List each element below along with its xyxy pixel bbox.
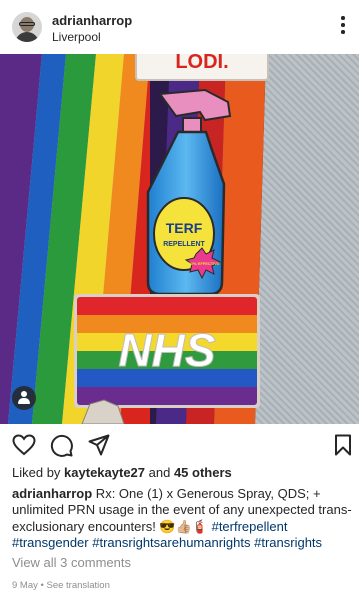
bookmark-icon[interactable] (334, 434, 352, 456)
bottle-subtitle-text: REPELLENT (163, 241, 205, 248)
post-actions-bar (0, 424, 359, 464)
user-tag-icon[interactable] (12, 386, 36, 410)
bottle-burst-text: 100% EFFECTIVE (186, 261, 220, 266)
see-translation-link[interactable]: See translation (46, 580, 109, 591)
banner-pin-text: LODI. (175, 54, 228, 73)
post-caption-area: Liked by kaytekayte27 and 45 others adri… (12, 465, 352, 595)
comment-icon[interactable] (50, 434, 73, 457)
post-photo[interactable]: LODI. TERF REPELLENT 100% EFFECTIVE NHS (0, 54, 359, 424)
avatar[interactable] (12, 12, 42, 42)
heart-icon[interactable] (12, 434, 36, 456)
post-date: 9 May (12, 580, 38, 591)
likes-line: Liked by kaytekayte27 and 45 others (12, 465, 352, 482)
hashtag-link[interactable]: #transgender (12, 535, 89, 550)
post-header: adrianharrop Liverpool (0, 0, 359, 54)
share-icon[interactable] (88, 434, 110, 456)
likes-and: and (145, 465, 174, 480)
more-vertical-icon[interactable] (340, 16, 346, 38)
liked-by-user[interactable]: kaytekayte27 (64, 465, 145, 480)
caption: adrianharrop Rx: One (1) x Generous Spra… (12, 486, 352, 552)
likes-prefix: Liked by (12, 465, 65, 480)
nhs-flag-text: NHS (118, 324, 215, 376)
caption-username[interactable]: adrianharrop (12, 486, 92, 501)
post-meta: 9 May • See translation (12, 578, 352, 595)
bottle-title-text: TERF (166, 220, 203, 236)
view-comments-link[interactable]: View all 3 comments (12, 555, 352, 572)
likes-others-link[interactable]: 45 others (174, 465, 232, 480)
post-location[interactable]: Liverpool (52, 30, 101, 44)
hashtag-link[interactable]: #transrights (254, 535, 322, 550)
post-username[interactable]: adrianharrop (52, 13, 132, 28)
hashtag-link[interactable]: #terfrepellent (212, 519, 288, 534)
nhs-flag-pin: NHS (74, 294, 260, 408)
pins-photo-illustration: LODI. TERF REPELLENT 100% EFFECTIVE NHS (0, 54, 269, 424)
hashtag-link[interactable]: #transrightsarehumanrights (92, 535, 250, 550)
